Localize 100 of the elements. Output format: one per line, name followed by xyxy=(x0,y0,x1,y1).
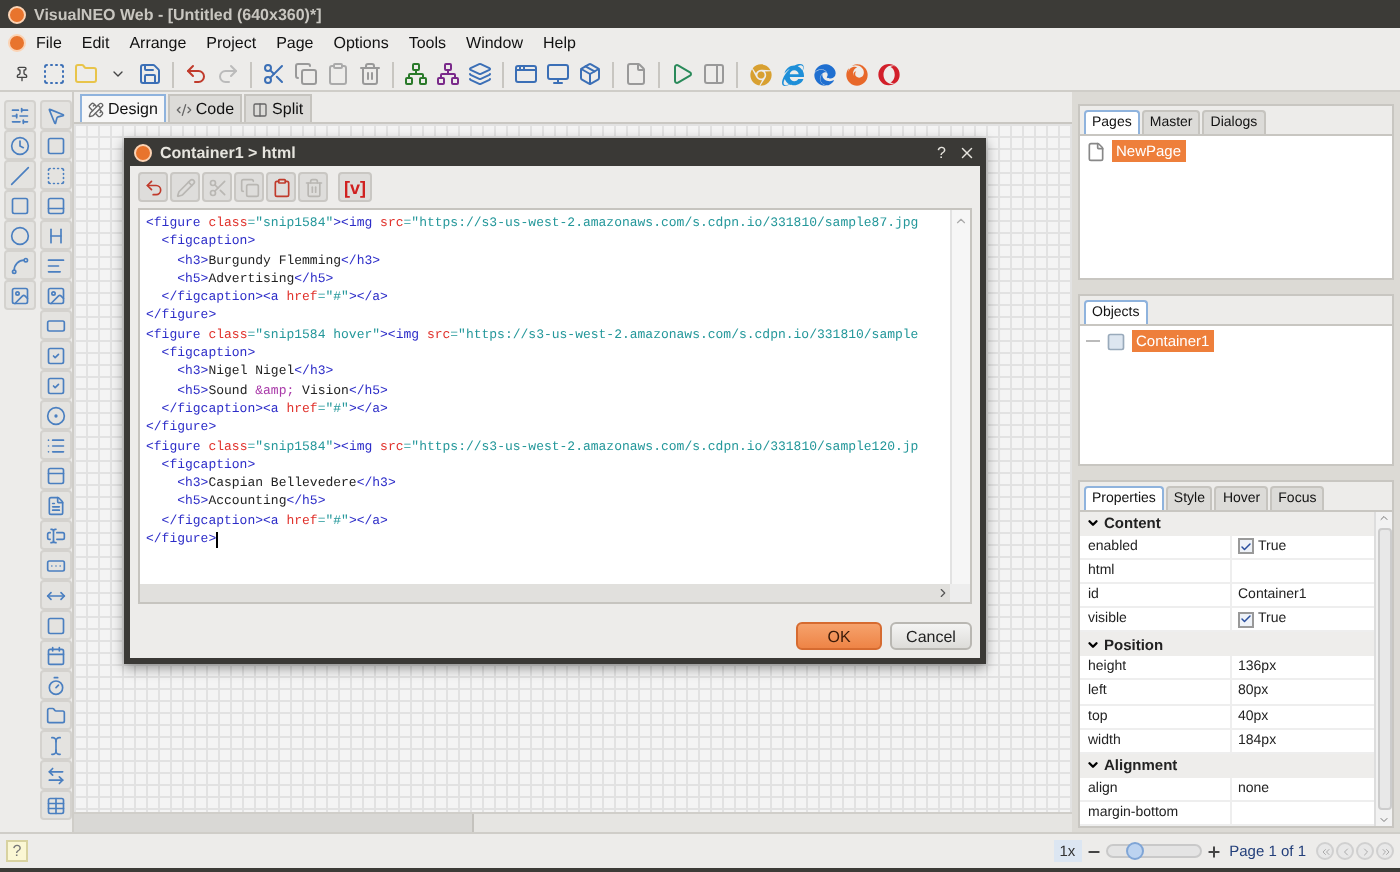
design-tab-icon xyxy=(88,101,104,117)
variable-button[interactable]: [v] xyxy=(338,172,372,202)
layers-icon[interactable] xyxy=(466,60,494,88)
picture-icon[interactable] xyxy=(40,280,72,310)
delete-icon xyxy=(303,177,323,197)
window-icon[interactable] xyxy=(512,60,540,88)
editor-tab[interactable]: Design xyxy=(80,94,166,122)
paste-icon xyxy=(271,177,291,197)
folder-icon[interactable] xyxy=(40,700,72,730)
package-icon[interactable] xyxy=(576,60,604,88)
field-icon[interactable] xyxy=(40,550,72,580)
list-icon[interactable] xyxy=(40,430,72,460)
hierarchy-icon[interactable] xyxy=(402,60,430,88)
time-icon[interactable] xyxy=(40,670,72,700)
heading-icon[interactable] xyxy=(40,220,72,250)
browser-logo-icon[interactable] xyxy=(746,60,774,88)
copy-icon xyxy=(239,177,259,197)
save-icon[interactable] xyxy=(136,60,164,88)
design-canvas[interactable] xyxy=(74,122,1072,832)
hierarchy-icon[interactable] xyxy=(434,60,462,88)
checkbox[interactable] xyxy=(1238,538,1254,555)
menu-item[interactable]: Options xyxy=(323,34,399,52)
expanded-caret-icon[interactable] xyxy=(1086,516,1100,531)
menu-item[interactable]: Project xyxy=(196,34,267,52)
monitor-icon[interactable] xyxy=(544,60,572,88)
selection-icon[interactable] xyxy=(40,160,72,190)
browser-logo-icon[interactable] xyxy=(778,60,806,88)
radio-icon[interactable] xyxy=(40,400,72,430)
copy-icon[interactable] xyxy=(292,60,320,88)
page-icon[interactable] xyxy=(622,60,650,88)
paragraph-icon[interactable] xyxy=(40,250,72,280)
undo-icon[interactable] xyxy=(182,60,210,88)
panel-icon[interactable] xyxy=(40,190,72,220)
scroll-up-icon[interactable] xyxy=(954,214,968,228)
button-icon[interactable] xyxy=(40,310,72,340)
dialog-logo-icon xyxy=(134,143,152,161)
menu-item[interactable]: Tools xyxy=(398,34,457,52)
editor-tab[interactable]: Code xyxy=(167,94,243,122)
slider-icon[interactable] xyxy=(4,100,36,130)
zoom-in-icon[interactable] xyxy=(1205,843,1222,859)
zoom-slider[interactable] xyxy=(1105,844,1202,858)
slider-thumb[interactable] xyxy=(1126,842,1145,860)
cancel-button[interactable]: Cancel xyxy=(890,622,972,650)
undo-button[interactable] xyxy=(138,172,168,202)
expanded-caret-icon[interactable] xyxy=(1086,637,1100,652)
panel-icon[interactable] xyxy=(700,60,728,88)
paste-button[interactable] xyxy=(266,172,296,202)
color-picker-icon[interactable] xyxy=(40,610,72,640)
text-area-icon[interactable] xyxy=(40,730,72,760)
toggle-icon[interactable] xyxy=(40,370,72,400)
vertical-scrollbar[interactable] xyxy=(950,210,970,584)
scroll-right-icon[interactable] xyxy=(936,586,950,600)
browser-logo-icon[interactable] xyxy=(810,60,838,88)
checkbox[interactable] xyxy=(1238,611,1254,628)
browser-logo-icon[interactable] xyxy=(874,60,902,88)
menu-item[interactable]: Edit xyxy=(71,34,120,52)
code-tab-icon xyxy=(175,101,192,117)
container-icon[interactable] xyxy=(40,130,72,160)
close-icon[interactable] xyxy=(958,143,976,161)
editor-tab[interactable]: Split xyxy=(244,94,312,122)
help-button[interactable]: ? xyxy=(933,143,950,161)
line-icon[interactable] xyxy=(4,160,36,190)
dropdown-icon[interactable] xyxy=(40,460,72,490)
pointer-icon[interactable] xyxy=(40,100,72,130)
ok-button[interactable]: OK xyxy=(796,622,882,650)
ellipse-icon[interactable] xyxy=(4,220,36,250)
delete-icon[interactable] xyxy=(356,60,384,88)
range-icon[interactable] xyxy=(40,580,72,610)
horizontal-scrollbar[interactable] xyxy=(74,812,1072,832)
polygon-icon[interactable] xyxy=(4,250,36,280)
menu-item[interactable]: Window xyxy=(456,34,533,52)
swap-icon[interactable] xyxy=(40,760,72,790)
document-icon[interactable] xyxy=(40,490,72,520)
scrollbar-corner xyxy=(950,584,970,602)
split-tab-icon xyxy=(252,101,269,117)
menu-item[interactable]: Help xyxy=(532,34,586,52)
cut-icon xyxy=(207,177,227,197)
calendar-icon[interactable] xyxy=(40,640,72,670)
menu-item[interactable]: File xyxy=(26,34,72,52)
table-icon[interactable] xyxy=(40,790,72,820)
play-icon[interactable] xyxy=(668,60,696,88)
frame-icon[interactable] xyxy=(40,60,68,88)
menu-item[interactable]: Page xyxy=(266,34,324,52)
horizontal-scrollbar[interactable] xyxy=(140,584,950,602)
help-button[interactable]: ? xyxy=(6,840,28,862)
menu-item[interactable]: Arrange xyxy=(119,34,197,52)
checkbox-icon[interactable] xyxy=(40,340,72,370)
paste-icon[interactable] xyxy=(324,60,352,88)
expanded-caret-icon[interactable] xyxy=(1086,758,1100,773)
rectangle-icon[interactable] xyxy=(4,190,36,220)
cut-icon[interactable] xyxy=(260,60,288,88)
clock-icon[interactable] xyxy=(4,130,36,160)
browser-logo-icon[interactable] xyxy=(842,60,870,88)
text-input-icon[interactable] xyxy=(40,520,72,550)
dialog-title: Container1 > html xyxy=(160,143,298,161)
scroll-up-icon[interactable] xyxy=(1378,512,1390,524)
scroll-down-icon[interactable] xyxy=(1378,814,1390,826)
undo-icon xyxy=(143,177,163,197)
vertical-scrollbar[interactable] xyxy=(1374,512,1392,826)
image-icon[interactable] xyxy=(4,280,36,310)
